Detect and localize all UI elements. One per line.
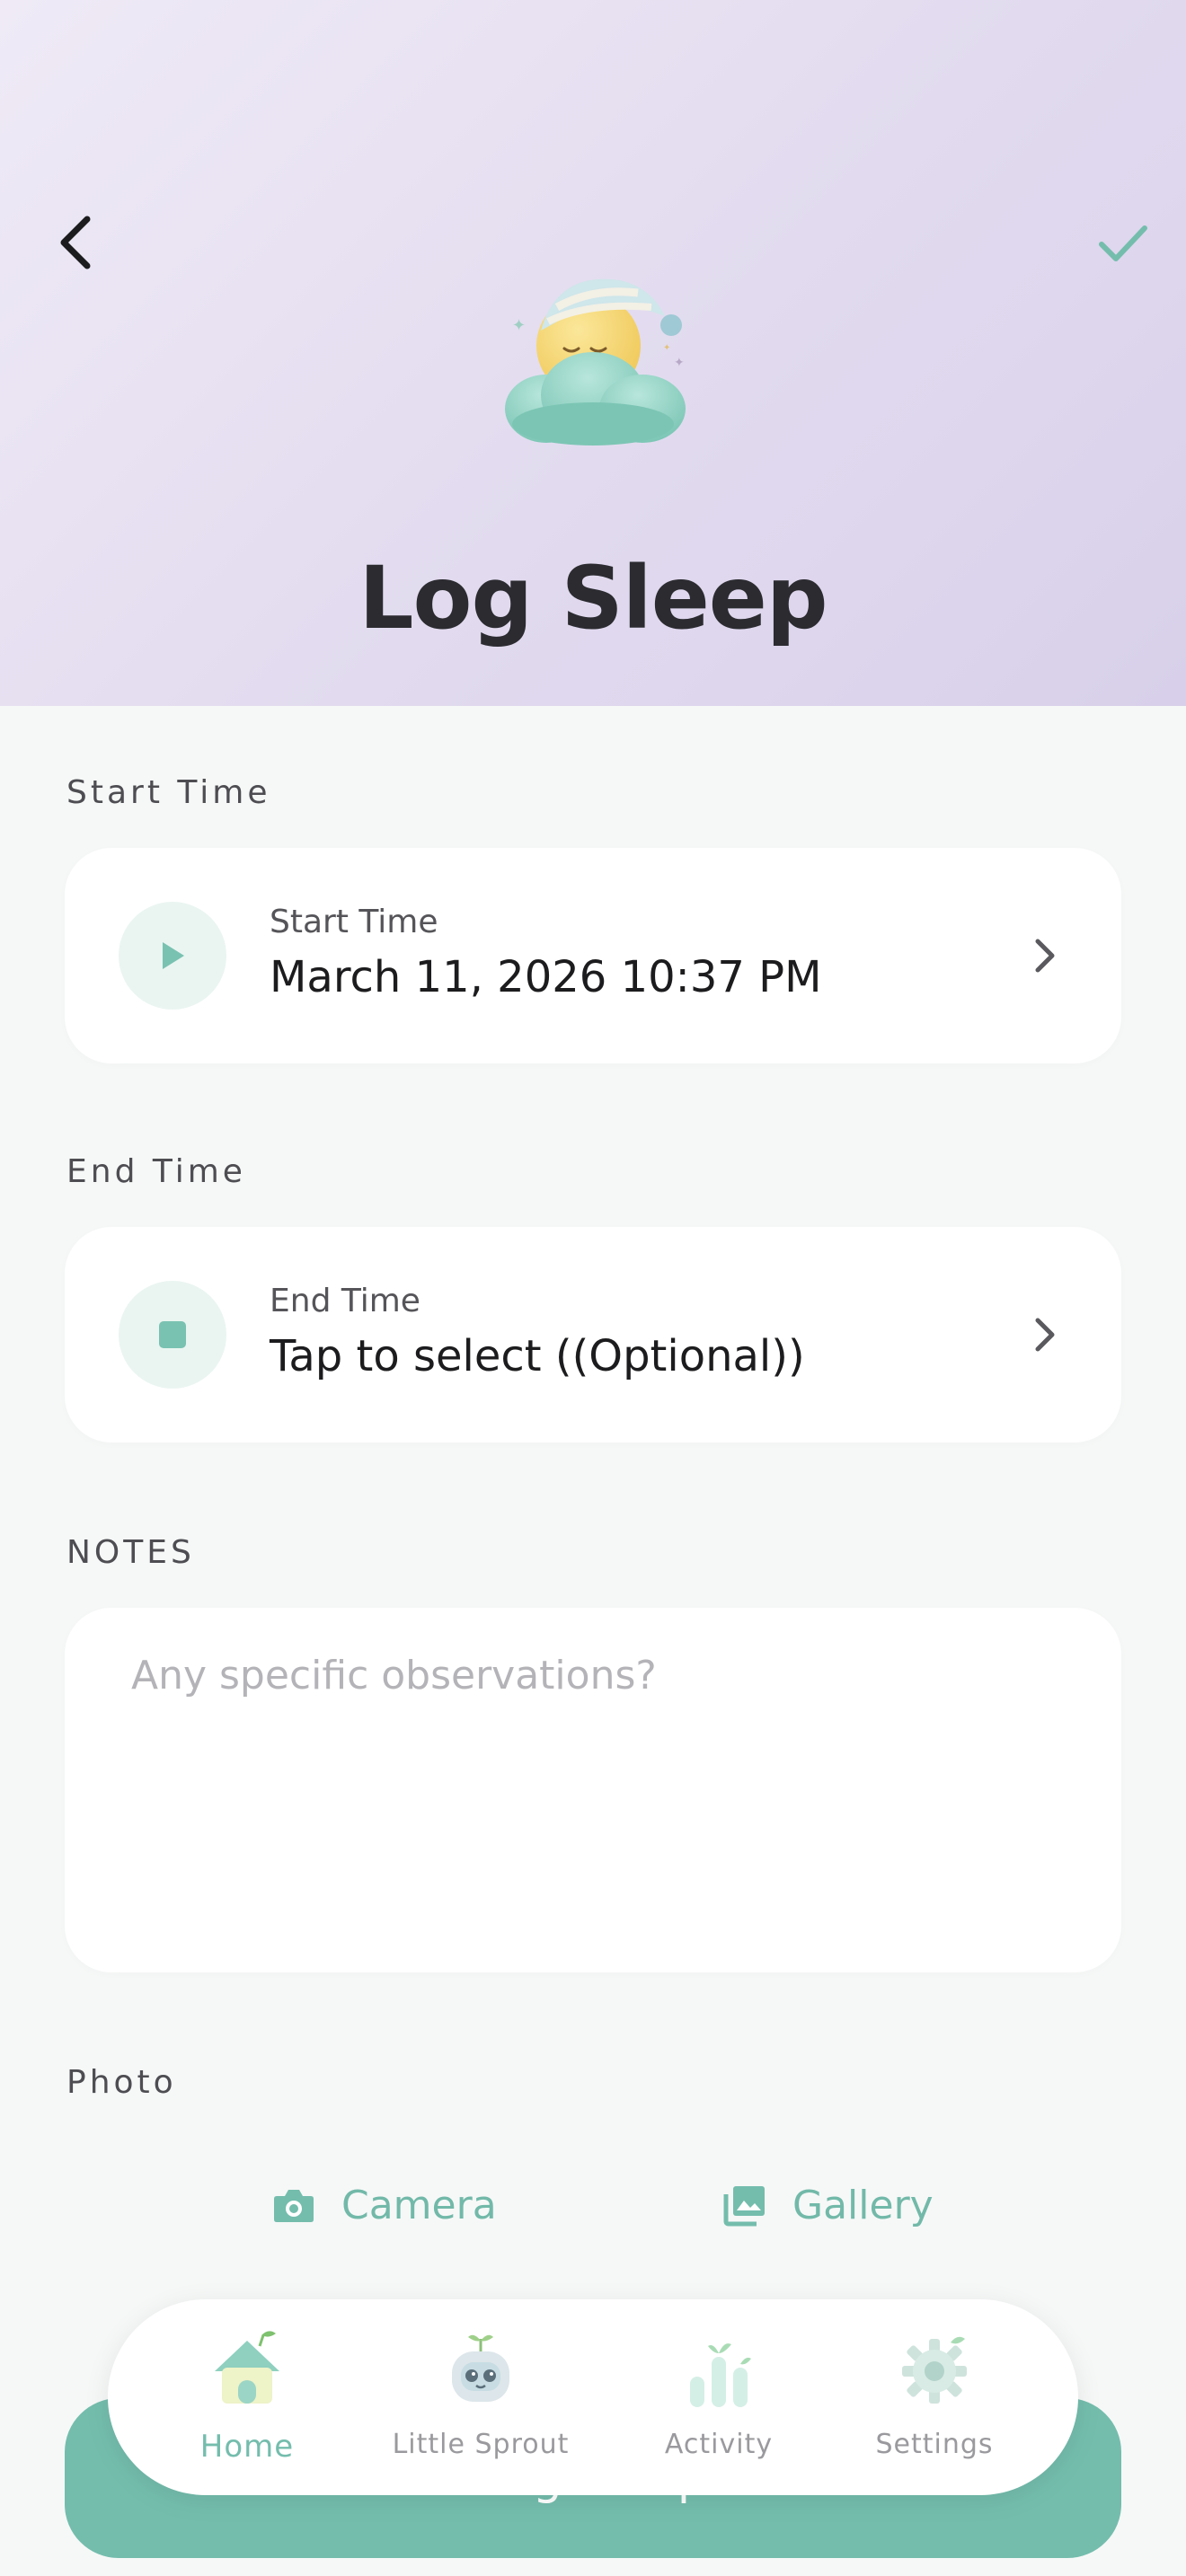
chevron-left-icon [60,216,91,269]
end-time-value: Tap to select ((Optional)) [270,1331,805,1381]
start-time-picker[interactable]: Start Time March 11, 2026 10:37 PM [65,848,1121,1063]
svg-text:✦: ✦ [512,316,526,335]
nav-item-activity[interactable]: Activity [620,2299,818,2495]
nav-label-settings: Settings [875,2429,994,2460]
start-time-value: March 11, 2026 10:37 PM [270,952,822,1002]
notes-section-label: NOTES [66,1534,195,1571]
sleeping-moon-mascot-icon: ✦ ✦ ✦ [505,278,686,446]
nav-item-settings[interactable]: Settings [836,2299,1033,2495]
gallery-button[interactable]: Gallery [722,2174,934,2236]
robot-sprout-icon [452,2334,509,2402]
photo-section-label: Photo [66,2064,177,2101]
svg-text:✦: ✦ [674,356,685,370]
nav-label-activity: Activity [664,2429,774,2460]
camera-button[interactable]: Camera [271,2174,497,2236]
save-button[interactable] [1087,211,1159,274]
gear-icon [902,2336,967,2404]
gallery-icon [723,2186,765,2227]
back-button[interactable] [45,207,108,278]
end-time-picker[interactable]: End Time Tap to select ((Optional)) [65,1227,1121,1442]
chevron-right-icon [1017,1306,1071,1363]
gallery-label: Gallery [792,2182,934,2228]
notes-input[interactable] [129,1651,1067,1942]
start-time-icon-badge [119,902,226,1010]
end-time-section-label: End Time [66,1153,246,1190]
camera-label: Camera [341,2182,497,2228]
start-time-section-label: Start Time [66,774,271,811]
nav-item-home[interactable]: Home [148,2299,346,2495]
chevron-right-icon [1017,927,1071,984]
nav-item-little-sprout[interactable]: Little Sprout [382,2299,580,2495]
nav-label-home: Home [199,2429,295,2465]
checkmark-icon [1099,225,1147,261]
start-time-sub-label: Start Time [270,904,438,940]
header: ✦ ✦ ✦ Log Sleep [0,0,1186,706]
end-time-sub-label: End Time [270,1283,420,1319]
camera-icon [274,2190,314,2222]
nav-label-little-sprout: Little Sprout [392,2429,570,2460]
end-time-icon-badge [119,1281,226,1389]
stop-icon [159,1321,186,1348]
svg-text:✦: ✦ [663,343,670,353]
notes-card [65,1608,1121,1972]
page-title: Log Sleep [358,548,828,648]
bottom-nav: Home Little Sprout Activity Settings [108,2299,1078,2495]
home-icon [215,2331,279,2404]
play-icon [163,942,184,969]
bar-chart-sprout-icon [690,2343,751,2407]
